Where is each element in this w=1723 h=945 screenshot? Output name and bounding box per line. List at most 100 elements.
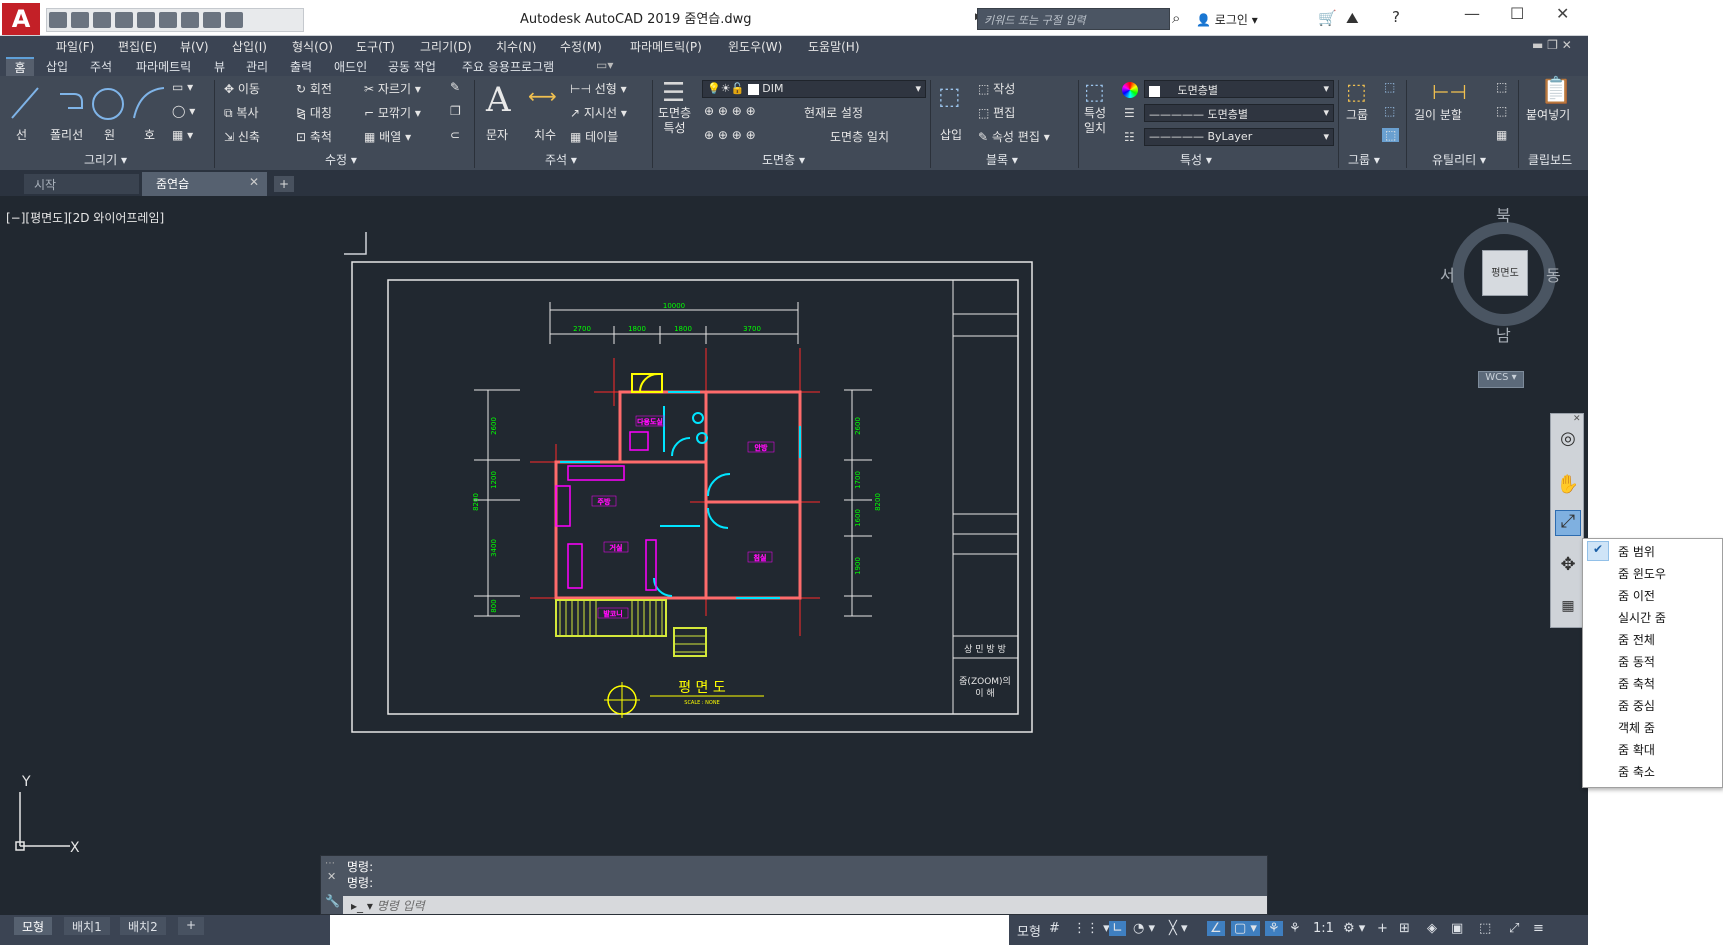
group-icon[interactable]: ⬚ [1346, 80, 1367, 105]
viewcube-east[interactable]: 동 [1546, 262, 1561, 286]
viewcube-south[interactable]: 남 [1496, 322, 1511, 346]
layer-tools-row1[interactable]: ⊕ ⊕ ⊕ ⊕ [704, 104, 756, 118]
menu-help[interactable]: 도움말(H) [808, 38, 860, 55]
showmotion-icon[interactable]: ▦ [1555, 598, 1581, 624]
viewcube-face-top[interactable]: 평면도 [1482, 250, 1528, 296]
polar-icon[interactable]: ◔ ▾ [1133, 921, 1155, 936]
scale-button[interactable]: ⊡ 축척 [296, 128, 332, 145]
zoom-window-item[interactable]: 줌 윈도우 [1583, 562, 1722, 584]
insert-block-icon[interactable]: ⬚ [938, 82, 961, 110]
zoom-object-item[interactable]: 객체 줌 [1583, 716, 1722, 738]
panel-block-title[interactable]: 블록 ▾ [986, 151, 1018, 168]
isodraft-icon[interactable]: ╳ ▾ [1169, 921, 1187, 936]
linear-button[interactable]: ⊢⊣ 선형 ▾ [570, 80, 627, 97]
linetype-dropdown[interactable]: ————— 도면층별 ▾ [1144, 104, 1334, 122]
save-icon[interactable] [93, 12, 111, 28]
zoom-in-item[interactable]: 줌 확대 [1583, 738, 1722, 760]
panel-layers-title[interactable]: 도면층 ▾ [762, 151, 805, 168]
mirror-button[interactable]: ⧎ 대칭 [296, 104, 332, 121]
add-layout-button[interactable]: + [178, 917, 205, 935]
tab-output[interactable]: 출력 [290, 58, 312, 75]
navbar-close-icon[interactable]: ✕ [1573, 414, 1581, 424]
tab-layout2[interactable]: 배치2 [120, 917, 166, 935]
array-button[interactable]: ▦ 배열 ▾ [364, 128, 411, 145]
tab-model[interactable]: 모형 [14, 917, 53, 935]
menu-file[interactable]: 파일(F) [56, 38, 94, 55]
stretch-button[interactable]: ⇲ 신축 [224, 128, 260, 145]
cmd-grip-icon[interactable]: ⋯ [325, 858, 335, 869]
tab-insert[interactable]: 삽입 [46, 58, 68, 75]
group-selection-icon[interactable]: ⬚ [1382, 128, 1400, 142]
command-input[interactable]: ▸_ ▾ 명령 입력 [343, 896, 1267, 914]
edit-attribute-button[interactable]: ✎ 속성 편집 ▾ [978, 128, 1050, 145]
erase-icon[interactable]: ✎ [450, 80, 460, 94]
print-icon[interactable] [159, 12, 177, 28]
panel-modify-title[interactable]: 수정 ▾ [325, 151, 357, 168]
paste-icon[interactable]: 📋 [1540, 76, 1572, 106]
fillet-button[interactable]: ⌐ 모깎기 ▾ [364, 104, 421, 121]
explode-icon[interactable]: ❐ [450, 104, 461, 118]
model-space-button[interactable]: 모형 [1017, 921, 1041, 940]
undo-icon[interactable] [181, 12, 199, 28]
rectangle-icon[interactable]: ▭ ▾ [172, 80, 193, 94]
arc-button[interactable]: 호 [144, 126, 155, 143]
ortho-icon[interactable]: ∟ [1109, 921, 1126, 936]
dimension-button[interactable]: 치수 [534, 126, 556, 143]
line-button[interactable]: 선 [16, 126, 27, 143]
tab-featured-apps[interactable]: 주요 응용프로그램 [462, 58, 554, 75]
layer-properties-icon[interactable]: ☰ [662, 78, 685, 108]
lineweight-dropdown[interactable]: ————— ByLayer ▾ [1144, 128, 1334, 146]
group-button[interactable]: 그룹 [1346, 106, 1368, 123]
units-icon[interactable]: ⊞ [1399, 921, 1410, 936]
save-as-icon[interactable] [115, 12, 133, 28]
offset-icon[interactable]: ⊂ [450, 128, 460, 142]
application-menu-button[interactable]: A [2, 3, 40, 35]
tab-parametric[interactable]: 파라메트릭 [136, 58, 191, 75]
zoom-previous-item[interactable]: 줌 이전 [1583, 584, 1722, 606]
make-current-button[interactable]: 현재로 설정 [804, 104, 863, 121]
menu-draw[interactable]: 그리기(D) [420, 38, 472, 55]
ungroup-icon[interactable]: ⬚ [1384, 80, 1395, 94]
copy-button[interactable]: ⧉ 복사 [224, 104, 259, 121]
menu-dimension[interactable]: 치수(N) [496, 38, 536, 55]
cmd-close-icon[interactable]: ✕ [327, 870, 336, 883]
leader-button[interactable]: ↗ 지시선 ▾ [570, 104, 627, 121]
zoom-extents-icon[interactable]: ⤢ [1555, 510, 1581, 536]
polyline-button[interactable]: 폴리선 [50, 126, 83, 143]
layer-tools-row2[interactable]: ⊕ ⊕ ⊕ ⊕ [704, 128, 756, 142]
ribbon-minimize-icon[interactable]: ▭▾ [596, 58, 613, 72]
match-properties-icon[interactable]: ⬚ [1084, 80, 1105, 105]
measure-icon[interactable]: ⊢⊣ [1432, 80, 1467, 104]
viewcube[interactable]: 평면도 북 남 동 서 [1440, 206, 1561, 362]
redo-icon[interactable] [203, 12, 221, 28]
annotation-visibility-icon[interactable]: ⚘ [1265, 921, 1283, 936]
fullscreen-icon[interactable]: ⤢ [1509, 921, 1519, 936]
new-tab-button[interactable]: + [274, 176, 294, 192]
menu-tools[interactable]: 도구(T) [356, 38, 395, 55]
tab-addins[interactable]: 애드인 [334, 58, 367, 75]
measure-button[interactable]: 길이 분할 [1414, 106, 1462, 123]
zoom-out-item[interactable]: 줌 축소 [1583, 760, 1722, 782]
layer-match-button[interactable]: 도면층 일치 [830, 128, 889, 145]
panel-groups-title[interactable]: 그룹 ▾ [1348, 151, 1380, 168]
search-input[interactable]: 키워드 또는 구절 입력 [977, 8, 1170, 30]
panel-draw-title[interactable]: 그리기 ▾ [84, 151, 127, 168]
panel-utilities-title[interactable]: 유틸리티 ▾ [1432, 151, 1486, 168]
color-dropdown[interactable]: 도면층별 ▾ [1144, 80, 1334, 98]
customization-menu-icon[interactable]: ≡ [1533, 921, 1544, 936]
cmd-customize-icon[interactable]: 🔧 [325, 894, 340, 908]
orbit-icon[interactable]: ✥ [1555, 554, 1581, 580]
zoom-dynamic-item[interactable]: 줌 동적 [1583, 650, 1722, 672]
tab-drawing[interactable]: 줌연습 ✕ [142, 172, 267, 196]
new-icon[interactable] [49, 12, 67, 28]
binoculars-icon[interactable]: ⌕ [1172, 9, 1180, 27]
zoom-extents-item[interactable]: 줌 범위 [1583, 540, 1722, 562]
viewcube-west[interactable]: 서 [1440, 262, 1455, 286]
maximize-button[interactable]: ☐ [1510, 4, 1524, 23]
snap-icon[interactable]: ⋮⋮ ▾ [1073, 921, 1110, 936]
menu-edit[interactable]: 편집(E) [118, 38, 157, 55]
tab-manage[interactable]: 관리 [246, 58, 268, 75]
osnap-tracking-icon[interactable]: ∠ [1207, 921, 1225, 936]
menu-format[interactable]: 형식(O) [292, 38, 333, 55]
match-properties-button[interactable]: 특성 일치 [1084, 106, 1106, 136]
